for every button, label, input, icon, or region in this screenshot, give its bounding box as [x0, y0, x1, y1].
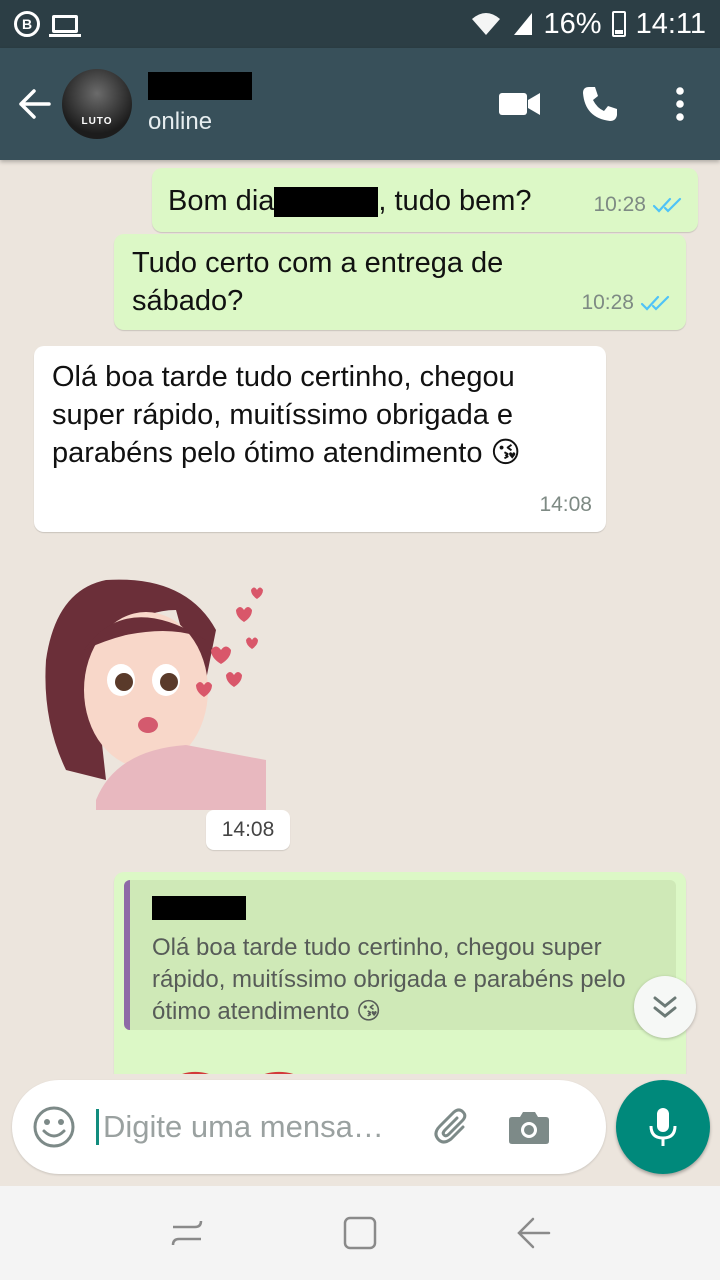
emoji-icon[interactable]: [30, 1103, 78, 1151]
mic-button[interactable]: [616, 1080, 710, 1174]
wifi-icon: [471, 13, 500, 35]
quoted-text: Olá boa tarde tudo certinho, chegou supe…: [152, 934, 626, 1025]
quoted-message[interactable]: Olá boa tarde tudo certinho, chegou supe…: [124, 880, 676, 1030]
message-bubble-outgoing[interactable]: Bom dia , tudo bem? 10:28: [152, 168, 698, 232]
read-ticks-icon: [652, 197, 682, 213]
sticker-preview-partial: [182, 1072, 293, 1074]
message-bubble-outgoing-reply[interactable]: Olá boa tarde tudo certinho, chegou supe…: [114, 872, 686, 1074]
battery-icon: [611, 11, 626, 37]
redacted-name: [274, 187, 379, 218]
message-bubble-outgoing[interactable]: Tudo certo com a entrega de sábado? 10:2…: [114, 234, 686, 330]
message-bubble-incoming[interactable]: Olá boa tarde tudo certinho, chegou supe…: [34, 346, 606, 532]
message-text: Bom dia: [168, 185, 275, 217]
back-arrow-icon[interactable]: [6, 76, 62, 132]
status-bar: B 16% 14:11: [0, 0, 720, 48]
message-input[interactable]: [96, 1109, 416, 1145]
more-vert-icon[interactable]: [640, 64, 720, 144]
sticker-time: 14:08: [206, 810, 290, 850]
back-nav-icon[interactable]: [503, 1203, 563, 1263]
avatar[interactable]: LUTO: [62, 69, 132, 139]
camera-icon[interactable]: [502, 1100, 556, 1154]
message-time: 10:28: [581, 291, 634, 314]
battery-percent: 16%: [543, 7, 602, 40]
avatar-text: LUTO: [81, 116, 113, 127]
home-icon[interactable]: [330, 1203, 390, 1263]
message-text-cont: , tudo bem?: [378, 185, 532, 217]
recent-apps-icon[interactable]: [157, 1203, 217, 1263]
chat-area[interactable]: Bom dia , tudo bem? 10:28 Tudo certo com …: [0, 160, 720, 1074]
system-nav-bar: [0, 1186, 720, 1280]
read-ticks-icon: [640, 295, 670, 311]
message-text: Olá boa tarde tudo certinho, chegou supe…: [52, 361, 521, 469]
message-composer: [12, 1080, 606, 1174]
contact-info[interactable]: online: [148, 72, 252, 136]
message-time: 10:28: [593, 193, 646, 216]
contact-status: online: [148, 108, 213, 135]
b-icon: B: [14, 11, 40, 37]
message-time: 14:08: [539, 493, 592, 516]
quoted-author-redacted: [152, 896, 246, 920]
signal-icon: [513, 13, 532, 35]
laptop-icon: [49, 15, 81, 37]
chat-header: LUTO online: [0, 48, 720, 160]
mic-icon: [649, 1108, 677, 1146]
phone-icon[interactable]: [560, 64, 640, 144]
video-call-icon[interactable]: [480, 64, 560, 144]
contact-name-redacted: [148, 72, 252, 100]
paperclip-icon[interactable]: [426, 1100, 480, 1154]
sticker-image[interactable]: [36, 570, 266, 810]
scroll-to-bottom-button[interactable]: [634, 976, 696, 1038]
clock: 14:11: [635, 7, 706, 40]
message-text: Tudo certo com a entrega de sábado?: [132, 247, 504, 317]
chevron-double-down-icon: [653, 996, 677, 1018]
